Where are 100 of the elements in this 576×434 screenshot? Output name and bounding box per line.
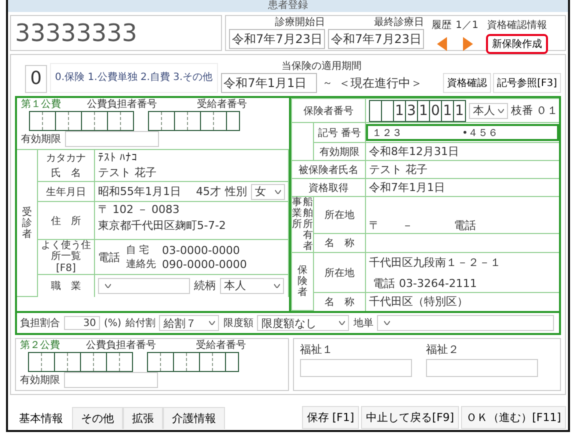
section-label: 受診者 bbox=[22, 206, 32, 240]
footer-button[interactable]: 中止して戻る[F9] bbox=[361, 406, 460, 429]
kana-name-value: ﾃｽﾄ ﾊﾅｺ bbox=[98, 151, 138, 164]
name-label: 名 称 bbox=[324, 238, 354, 249]
phone-number-value: 090-0000-0000 bbox=[162, 258, 247, 270]
patient-name-value: テスト 花子 bbox=[98, 165, 156, 180]
welfare-label: 福祉２ bbox=[426, 342, 460, 357]
branch-value: ０１ bbox=[536, 103, 558, 118]
footer-button[interactable]: 保存 [F1] bbox=[302, 406, 360, 429]
relation-label: 続柄 bbox=[194, 278, 216, 294]
period-start-field[interactable]: 令和7年1月1日 bbox=[220, 73, 317, 93]
birth-label: 生年月日 bbox=[46, 186, 86, 198]
window-title: 患者登録 bbox=[268, 0, 308, 11]
birth-date-value: 昭和55年1月1日 bbox=[98, 184, 181, 199]
eligibility-info-label: 資格確認情報 bbox=[487, 18, 547, 32]
caret-icon bbox=[339, 321, 346, 325]
insurance-type-options: 0.保険 1.公費単独 2.自費 3.その他 bbox=[50, 63, 218, 93]
percent-unit: (%) bbox=[104, 318, 122, 328]
public-fund-title: 第１公費 bbox=[21, 98, 61, 111]
insurer-section-label: 保険者 bbox=[298, 265, 308, 298]
burden-ratio-field[interactable]: 30 bbox=[64, 316, 100, 330]
recipient-number-field[interactable] bbox=[148, 111, 240, 131]
payer-number-field[interactable] bbox=[28, 352, 133, 372]
next-arrow-icon[interactable] bbox=[463, 37, 473, 51]
address-label: 住 所 bbox=[51, 216, 81, 226]
toolbar-button[interactable]: 記号参照[F3] bbox=[493, 73, 561, 93]
symbol-number-field[interactable]: １２３ •４５６ bbox=[366, 124, 559, 141]
recipient-number-label: 受給者番号 bbox=[196, 338, 246, 352]
symbol-number-label: 記号 番号 bbox=[318, 128, 362, 138]
tab[interactable]: その他 bbox=[72, 407, 123, 429]
toolbar-button[interactable]: 資格確認 bbox=[443, 73, 492, 93]
date-field[interactable]: 令和7年7月23日 bbox=[229, 29, 325, 49]
date-field[interactable]: 令和7年7月23日 bbox=[328, 29, 424, 49]
insured-name-label: 被保険者氏名 bbox=[298, 164, 358, 176]
recipient-number-field[interactable] bbox=[147, 352, 239, 372]
caret-icon bbox=[384, 321, 390, 325]
benefit-ratio-select[interactable]: 給割７ bbox=[159, 315, 220, 331]
limit-select[interactable]: 限度額なし bbox=[257, 315, 350, 331]
relation-select[interactable]: 本人 bbox=[220, 278, 284, 294]
ship-owner-label: 船舶所有者 bbox=[303, 197, 313, 252]
postal-code-value: 〒 102 － 0083 bbox=[98, 202, 180, 217]
new-insurance-button[interactable]: 新保険作成 bbox=[486, 34, 548, 54]
insurer-address-value: 千代田区九段南１－２－１ bbox=[369, 254, 501, 270]
insured-name-value: テスト 花子 bbox=[369, 163, 428, 176]
name-label: 名 称 bbox=[324, 296, 354, 308]
validity-label: 有効期限 bbox=[21, 132, 61, 146]
expiry-label: 有効期限 bbox=[320, 146, 360, 158]
insurance-type-field[interactable]: 0 bbox=[25, 65, 47, 93]
insurer-phone-label: 電話 bbox=[373, 276, 395, 290]
employer-phone-label: 電話 bbox=[454, 218, 476, 233]
kana-label: カタカナ bbox=[46, 152, 86, 165]
public-fund-title: 第２公費 bbox=[20, 338, 60, 352]
caret-icon bbox=[274, 284, 280, 288]
location-label: 所在地 bbox=[324, 210, 354, 221]
branch-label: 枝番 bbox=[511, 103, 533, 118]
welfare-field[interactable] bbox=[300, 359, 412, 377]
employer-label: 事業所 bbox=[292, 197, 302, 232]
benefit-ratio-label: 給付割 bbox=[125, 316, 156, 330]
date-label: 最終診療日 bbox=[374, 17, 424, 29]
address-list-key: [F8] bbox=[56, 263, 76, 274]
occupation-label: 職 業 bbox=[51, 280, 81, 292]
local-select[interactable] bbox=[377, 315, 554, 331]
age-value: 45才 bbox=[196, 184, 221, 199]
tab[interactable]: 介護情報 bbox=[163, 407, 225, 429]
period-separator: ～ bbox=[322, 77, 333, 90]
acquired-label: 資格取得 bbox=[308, 182, 348, 194]
recipient-number-label: 受給者番号 bbox=[197, 98, 247, 111]
validity-label: 有効期限 bbox=[20, 374, 60, 387]
welfare-field[interactable] bbox=[426, 359, 538, 377]
phone-number-value: 03-0000-0000 bbox=[162, 244, 241, 256]
sex-select[interactable]: 女 bbox=[251, 184, 285, 200]
address-value: 東京都千代田区麹町5-7-2 bbox=[98, 218, 226, 233]
payer-number-label: 公費負担者番号 bbox=[87, 98, 157, 111]
payer-number-field[interactable] bbox=[29, 111, 134, 131]
phone-label: 電話 bbox=[98, 250, 120, 264]
insurer-number-label: 保険者番号 bbox=[304, 106, 354, 116]
insurer-name-value: 千代田区（特別区） bbox=[369, 295, 468, 308]
previous-arrow-icon[interactable] bbox=[437, 37, 447, 51]
acquired-date-value: 令和7年1月1日 bbox=[369, 181, 445, 194]
validity-field[interactable] bbox=[65, 131, 159, 147]
caret-icon bbox=[498, 108, 504, 112]
location-label: 所在地 bbox=[324, 268, 354, 278]
address-list-link[interactable]: よく使う住所一覧 bbox=[40, 240, 92, 262]
limit-label: 限度額 bbox=[223, 316, 254, 330]
burden-ratio-label: 負担割合 bbox=[20, 316, 60, 330]
expiry-value: 令和8年12月31日 bbox=[369, 145, 459, 158]
welfare-label: 福祉１ bbox=[300, 342, 334, 357]
date-label: 診療開始日 bbox=[275, 17, 325, 29]
period-end-text: ＜現在進行中＞ bbox=[338, 74, 423, 92]
occupation-select[interactable] bbox=[98, 278, 190, 294]
patient-id-field[interactable]: 33333333 bbox=[10, 15, 222, 51]
local-label: 地単 bbox=[353, 316, 374, 330]
footer-button[interactable]: ＯＫ（進む）[F11] bbox=[461, 406, 566, 429]
caret-icon bbox=[275, 190, 281, 194]
tab[interactable]: 拡張 bbox=[123, 407, 163, 429]
insured-person-select[interactable]: 本人 bbox=[469, 102, 508, 118]
history-label: 履歴 bbox=[432, 19, 452, 32]
payer-number-label: 公費負担者番号 bbox=[86, 338, 156, 352]
validity-field[interactable] bbox=[64, 372, 158, 388]
period-label: 当保険の適用期間 bbox=[282, 60, 362, 73]
